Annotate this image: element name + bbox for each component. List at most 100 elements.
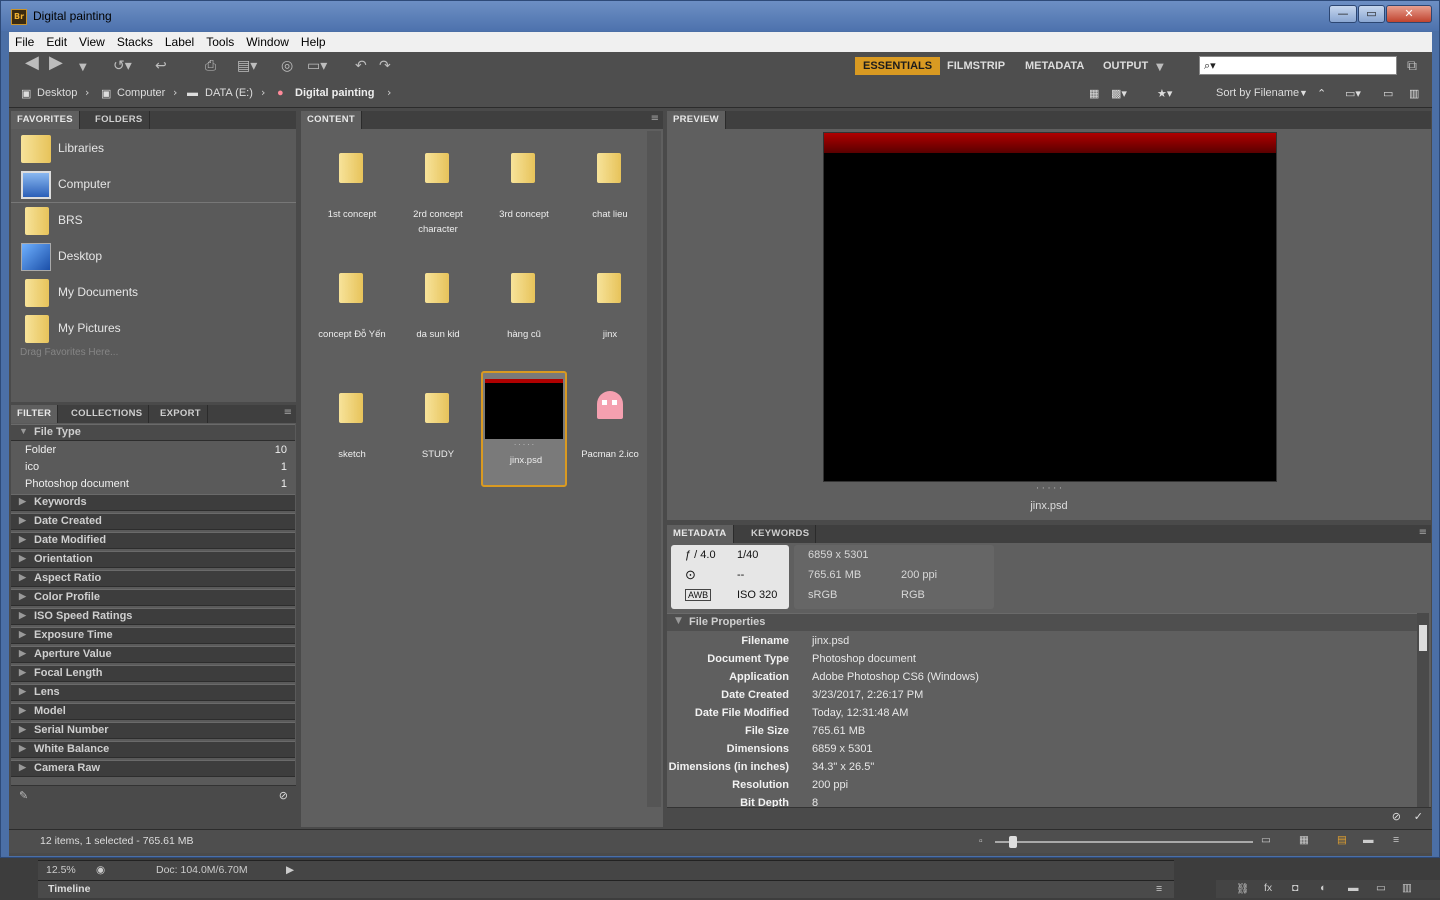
new-layer-icon[interactable]: ▭: [1376, 882, 1386, 894]
breadcrumb-digital-painting[interactable]: Digital painting: [295, 87, 374, 99]
chevron-right-icon[interactable]: ›: [85, 86, 89, 99]
mask-icon[interactable]: ◘: [1292, 882, 1298, 894]
tab-collections[interactable]: COLLECTIONS: [65, 405, 150, 423]
favorite-my-documents[interactable]: My Documents: [11, 275, 295, 311]
close-button[interactable]: ✕: [1386, 5, 1432, 23]
chevron-right-icon[interactable]: ›: [387, 86, 391, 99]
chevron-right-icon[interactable]: ›: [261, 86, 265, 99]
menu-view[interactable]: View: [73, 32, 111, 49]
filter-category-date-created[interactable]: ▶ Date Created: [11, 513, 295, 530]
delete-layer-icon[interactable]: ▥: [1402, 882, 1412, 894]
favorite-computer[interactable]: Computer: [11, 167, 295, 203]
sort-dropdown[interactable]: Sort by Filename: [1216, 87, 1299, 99]
filter-category-aperture-value[interactable]: ▶ Aperture Value: [11, 646, 295, 663]
panel-menu-icon[interactable]: ≡: [284, 407, 292, 418]
filter-row-folder[interactable]: Folder 10: [11, 442, 295, 459]
menu-edit[interactable]: Edit: [40, 32, 73, 49]
timeline-tab[interactable]: Timeline: [48, 883, 90, 895]
fx-icon[interactable]: fx: [1264, 882, 1272, 894]
filter-category-model[interactable]: ▶ Model: [11, 703, 295, 720]
panel-menu-icon[interactable]: ≡: [651, 113, 659, 124]
content-item-2rd-concept-character[interactable]: 2rd concept character: [395, 131, 481, 249]
tab-preview[interactable]: PREVIEW: [667, 111, 726, 129]
content-item-pacman-2-ico[interactable]: Pacman 2.ico: [567, 371, 653, 489]
filter-category-date-modified[interactable]: ▶ Date Modified: [11, 532, 295, 549]
menu-tools[interactable]: Tools: [200, 32, 240, 49]
metadata-scrollbar[interactable]: [1417, 613, 1429, 807]
lock-grid-icon[interactable]: ▦: [1299, 834, 1309, 846]
adjustment-icon[interactable]: ◐: [1320, 882, 1326, 894]
favorite-desktop[interactable]: Desktop: [11, 239, 295, 275]
menu-window[interactable]: Window: [240, 32, 295, 49]
view-list-icon[interactable]: ≡: [1393, 834, 1399, 846]
content-item-1st-concept[interactable]: 1st concept: [309, 131, 395, 249]
content-item-sketch[interactable]: sketch: [309, 371, 395, 489]
slider-handle[interactable]: [1009, 836, 1017, 848]
tab-folders[interactable]: FOLDERS: [89, 111, 150, 129]
filter-category-orientation[interactable]: ▶ Orientation: [11, 551, 295, 568]
apply-checkmark-icon[interactable]: ✓: [1414, 810, 1423, 823]
filter-category-focal-length[interactable]: ▶ Focal Length: [11, 665, 295, 682]
sort-ascending-icon[interactable]: ⌃: [1317, 87, 1326, 100]
content-item-study[interactable]: STUDY: [395, 371, 481, 489]
preview-image[interactable]: [823, 132, 1277, 482]
workspace-essentials[interactable]: ESSENTIALS: [855, 57, 941, 75]
menu-stacks[interactable]: Stacks: [111, 32, 159, 49]
recent-folder-icon[interactable]: ▭▾: [1345, 87, 1361, 100]
thumbnail-quality-icon[interactable]: ▦: [1089, 87, 1099, 100]
filter-category-white-balance[interactable]: ▶ White Balance: [11, 741, 295, 758]
filter-category-lens[interactable]: ▶ Lens: [11, 684, 295, 701]
favorite-my-pictures[interactable]: My Pictures: [11, 311, 295, 347]
scrollbar-thumb[interactable]: [1419, 625, 1427, 651]
link-icon[interactable]: ⛓: [1236, 882, 1249, 895]
refine-icon[interactable]: ▤▾: [237, 58, 257, 74]
tab-filter[interactable]: FILTER: [11, 405, 59, 423]
new-folder-icon[interactable]: ▭: [1383, 87, 1393, 100]
filter-category-keywords[interactable]: ▶ Keywords: [11, 494, 295, 511]
file-properties-header[interactable]: ▼ File Properties: [667, 613, 1417, 631]
menu-file[interactable]: File: [9, 32, 40, 49]
content-item-h-ng-c-[interactable]: hàng cũ: [481, 251, 567, 369]
clear-filter-icon[interactable]: ⊘: [279, 789, 288, 802]
metadata-value[interactable]: Today, 12:31:48 AM: [812, 707, 908, 719]
filter-row-ico[interactable]: ico 1: [11, 459, 295, 476]
compact-mode-icon[interactable]: ⧉: [1407, 58, 1417, 74]
content-item-da-sun-kid[interactable]: da sun kid: [395, 251, 481, 369]
star-filter-icon[interactable]: ★▾: [1157, 87, 1172, 100]
filter-category-serial-number[interactable]: ▶ Serial Number: [11, 722, 295, 739]
favorite-libraries[interactable]: Libraries: [11, 131, 295, 167]
metadata-value[interactable]: 6859 x 5301: [812, 743, 873, 755]
group-folder-icon[interactable]: ▬: [1348, 882, 1359, 894]
tab-keywords[interactable]: KEYWORDS: [745, 525, 817, 543]
filter-file-type-header[interactable]: ▼ File Type: [11, 424, 295, 441]
trash-icon[interactable]: ▥: [1409, 87, 1419, 100]
back-arrow-icon[interactable]: ◀: [25, 54, 39, 72]
workspace-output[interactable]: OUTPUT: [1095, 57, 1156, 75]
cancel-icon[interactable]: ⊘: [1392, 810, 1401, 823]
chevron-right-icon[interactable]: ›: [173, 86, 177, 99]
content-item-chat-lieu[interactable]: chat lieu: [567, 131, 653, 249]
larger-thumbnail-icon[interactable]: ▭: [1261, 834, 1271, 846]
content-item-jinx[interactable]: jinx: [567, 251, 653, 369]
filter-category-color-profile[interactable]: ▶ Color Profile: [11, 589, 295, 606]
info-icon[interactable]: ◉: [96, 864, 105, 876]
metadata-value[interactable]: 34.3" x 26.5": [812, 761, 874, 773]
workspace-filmstrip[interactable]: FILMSTRIP: [939, 57, 1013, 75]
metadata-value[interactable]: Adobe Photoshop CS6 (Windows): [812, 671, 979, 683]
metadata-value[interactable]: 200 ppi: [812, 779, 848, 791]
filter-category-camera-raw[interactable]: ▶ Camera Raw: [11, 760, 295, 777]
thumbnail-size-slider[interactable]: [995, 836, 1253, 848]
metadata-value[interactable]: Photoshop document: [812, 653, 916, 665]
rotate-right-icon[interactable]: ↷: [379, 58, 391, 74]
breadcrumb-desktop[interactable]: Desktop: [37, 87, 77, 99]
tab-export[interactable]: EXPORT: [154, 405, 208, 423]
filter-category-exposure-time[interactable]: ▶ Exposure Time: [11, 627, 295, 644]
breadcrumb-data-drive[interactable]: DATA (E:): [205, 87, 253, 99]
view-options-icon[interactable]: ▩▾: [1111, 87, 1127, 100]
metadata-value[interactable]: jinx.psd: [812, 635, 849, 647]
panel-menu-icon[interactable]: ≡: [1156, 883, 1162, 895]
pin-icon[interactable]: ✎: [19, 789, 28, 802]
filter-category-iso-speed-ratings[interactable]: ▶ ISO Speed Ratings: [11, 608, 295, 625]
smaller-thumbnail-icon[interactable]: ▫: [979, 835, 983, 847]
search-input[interactable]: ⌕▾: [1199, 56, 1397, 75]
